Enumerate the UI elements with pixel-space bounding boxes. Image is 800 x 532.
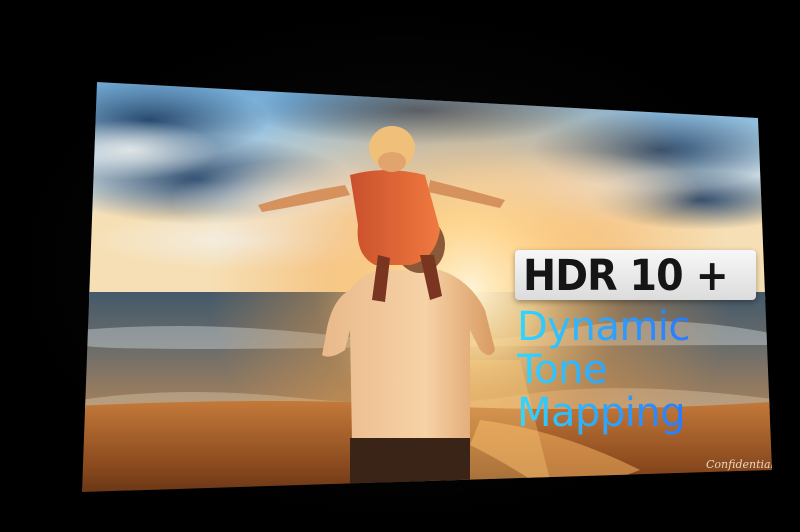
confidential-watermark: Confidential [706,458,775,471]
subtitle-line-2: Tone [517,349,756,392]
subtitle-line-1: Dynamic [517,306,756,349]
photo-frame: HDR 10 + Dynamic Tone Mapping Confidenti… [0,0,800,532]
slide-headline: HDR 10 + [523,251,729,301]
subtitle-line-3: Mapping [517,392,756,435]
projection-screen: HDR 10 + Dynamic Tone Mapping Confidenti… [82,82,775,492]
hdr-badge: HDR 10 + [515,250,756,300]
subtitle-block: Dynamic Tone Mapping [517,306,756,435]
slide-title-block: HDR 10 + Dynamic Tone Mapping [515,250,756,435]
